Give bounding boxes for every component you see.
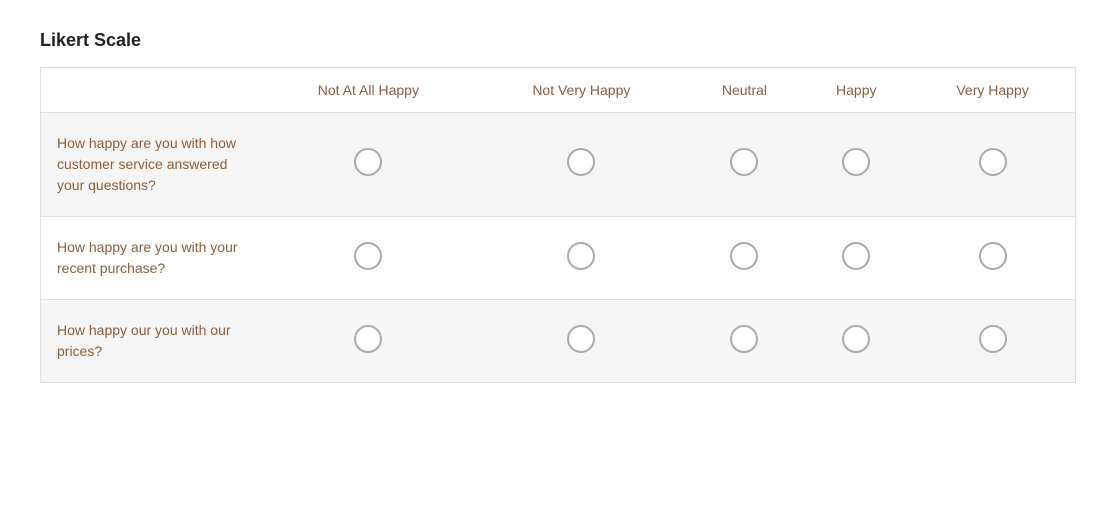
radio-label-row1-col1[interactable] xyxy=(354,148,382,181)
radio-cell-2-0[interactable] xyxy=(261,300,477,383)
radio-circle-row2-col4[interactable] xyxy=(842,242,870,270)
radio-cell-0-4[interactable] xyxy=(910,113,1075,217)
radio-cell-1-0[interactable] xyxy=(261,217,477,300)
radio-circle-row1-col2[interactable] xyxy=(567,148,595,176)
radio-circle-row1-col4[interactable] xyxy=(842,148,870,176)
table-row: How happy are you with how customer serv… xyxy=(41,113,1076,217)
question-cell-1: How happy are you with your recent purch… xyxy=(41,217,261,300)
radio-circle-row2-col1[interactable] xyxy=(354,242,382,270)
radio-circle-row1-col5[interactable] xyxy=(979,148,1007,176)
col-question-header xyxy=(41,68,261,113)
radio-circle-row1-col1[interactable] xyxy=(354,148,382,176)
radio-cell-0-1[interactable] xyxy=(476,113,686,217)
radio-label-row2-col3[interactable] xyxy=(730,242,758,275)
page-title: Likert Scale xyxy=(40,30,1076,51)
radio-cell-2-3[interactable] xyxy=(802,300,910,383)
table-header-row: Not At All Happy Not Very Happy Neutral … xyxy=(41,68,1076,113)
table-row: How happy are you with your recent purch… xyxy=(41,217,1076,300)
radio-label-row1-col5[interactable] xyxy=(979,148,1007,181)
radio-circle-row3-col3[interactable] xyxy=(730,325,758,353)
col1-header: Not At All Happy xyxy=(261,68,477,113)
radio-label-row2-col1[interactable] xyxy=(354,242,382,275)
radio-circle-row2-col3[interactable] xyxy=(730,242,758,270)
radio-circle-row2-col2[interactable] xyxy=(567,242,595,270)
radio-circle-row3-col4[interactable] xyxy=(842,325,870,353)
radio-cell-1-4[interactable] xyxy=(910,217,1075,300)
radio-circle-row3-col5[interactable] xyxy=(979,325,1007,353)
radio-label-row2-col5[interactable] xyxy=(979,242,1007,275)
question-cell-0: How happy are you with how customer serv… xyxy=(41,113,261,217)
col3-header: Neutral xyxy=(686,68,802,113)
radio-cell-0-3[interactable] xyxy=(802,113,910,217)
radio-label-row1-col4[interactable] xyxy=(842,148,870,181)
radio-cell-1-2[interactable] xyxy=(686,217,802,300)
radio-circle-row2-col5[interactable] xyxy=(979,242,1007,270)
radio-circle-row3-col1[interactable] xyxy=(354,325,382,353)
radio-cell-0-2[interactable] xyxy=(686,113,802,217)
radio-label-row3-col2[interactable] xyxy=(567,325,595,358)
col4-header: Happy xyxy=(802,68,910,113)
table-row: How happy our you with our prices? xyxy=(41,300,1076,383)
radio-circle-row1-col3[interactable] xyxy=(730,148,758,176)
radio-label-row2-col4[interactable] xyxy=(842,242,870,275)
col5-header: Very Happy xyxy=(910,68,1075,113)
radio-label-row1-col3[interactable] xyxy=(730,148,758,181)
radio-label-row3-col3[interactable] xyxy=(730,325,758,358)
radio-cell-1-3[interactable] xyxy=(802,217,910,300)
radio-cell-2-2[interactable] xyxy=(686,300,802,383)
radio-cell-2-1[interactable] xyxy=(476,300,686,383)
radio-cell-1-1[interactable] xyxy=(476,217,686,300)
radio-cell-0-0[interactable] xyxy=(261,113,477,217)
likert-scale-table: Not At All Happy Not Very Happy Neutral … xyxy=(40,67,1076,383)
radio-label-row3-col1[interactable] xyxy=(354,325,382,358)
col2-header: Not Very Happy xyxy=(476,68,686,113)
radio-label-row1-col2[interactable] xyxy=(567,148,595,181)
radio-circle-row3-col2[interactable] xyxy=(567,325,595,353)
radio-label-row3-col5[interactable] xyxy=(979,325,1007,358)
radio-label-row2-col2[interactable] xyxy=(567,242,595,275)
question-cell-2: How happy our you with our prices? xyxy=(41,300,261,383)
radio-label-row3-col4[interactable] xyxy=(842,325,870,358)
radio-cell-2-4[interactable] xyxy=(910,300,1075,383)
